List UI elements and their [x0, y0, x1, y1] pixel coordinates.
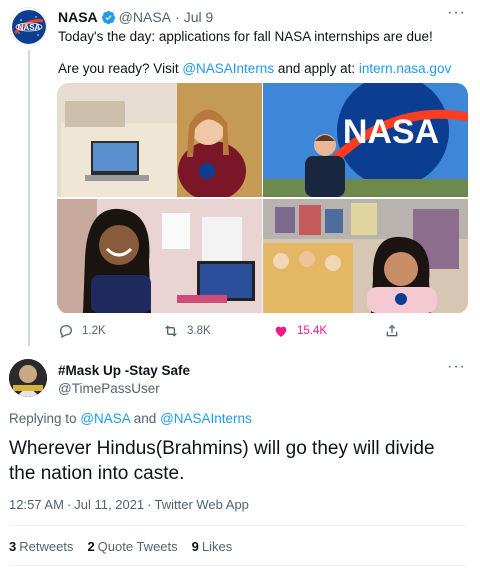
likes-stat[interactable]: 9 Likes [192, 539, 233, 554]
retweets-stat-label: Retweets [19, 539, 74, 554]
user-avatar[interactable] [9, 359, 47, 397]
retweet-count: 3.8K [187, 325, 211, 337]
nasa-sign-text: NASA [343, 113, 439, 151]
replying-mention-nasainterns[interactable]: @NASAInterns [160, 411, 252, 426]
heart-filled-icon [275, 326, 287, 337]
more-options-icon[interactable]: ··· [447, 5, 466, 21]
parent-tweet-actions: 1.2K 3.8K 15.4K [58, 320, 418, 342]
share-action[interactable] [384, 320, 400, 342]
separator-dot: · [147, 497, 152, 512]
photo-grid: NASA [57, 83, 468, 314]
avatar-label: NASA [18, 23, 41, 32]
share-icon [386, 324, 398, 337]
reply-action[interactable]: 1.2K [58, 320, 106, 342]
author-handle[interactable]: @NASA [119, 9, 171, 25]
text-mid: and apply at: [274, 61, 359, 76]
tweet-full-date[interactable]: Jul 11, 2021 [74, 497, 144, 512]
verified-badge-icon [101, 10, 115, 24]
reply-author-handle[interactable]: @TimePassUser [58, 381, 160, 396]
likes-stat-label: Likes [201, 539, 233, 554]
reply-author-name[interactable]: #Mask Up -Stay Safe [58, 363, 190, 378]
retweets-stat-count: 3 [9, 539, 17, 554]
reply-icon [59, 324, 73, 339]
quote-tweets-stat-count: 2 [87, 539, 95, 554]
thread-connector-line [28, 50, 30, 346]
like-action[interactable]: 15.4K [273, 320, 327, 342]
retweet-icon [165, 325, 177, 337]
parent-tweet-header: NASA @NASA · Jul 9 [58, 8, 466, 26]
tweet-metadata: 12:57 AM · Jul 11, 2021 · Twitter Web App [9, 497, 249, 512]
tweet-text-line1: Today's the day: applications for fall N… [58, 29, 433, 44]
divider [9, 565, 466, 566]
author-name[interactable]: NASA [58, 9, 98, 25]
like-count: 15.4K [297, 325, 328, 337]
likes-stat-count: 9 [191, 539, 199, 554]
tweet-date[interactable]: Jul 9 [184, 9, 214, 25]
separator-dot: · [175, 9, 180, 25]
retweets-stat[interactable]: 3 Retweets [9, 539, 73, 554]
divider [9, 525, 466, 526]
photo-intern-desk[interactable] [57, 83, 262, 197]
replying-to: Replying to @NASA and @NASAInterns [9, 411, 252, 426]
reply-count: 1.2K [82, 325, 106, 337]
quote-tweets-stat-label: Quote Tweets [97, 539, 178, 554]
engagement-stats: 3 Retweets 2 Quote Tweets 9 Likes [9, 539, 232, 554]
retweet-action[interactable]: 3.8K [163, 320, 211, 342]
nasa-meatball-logo: NASA [12, 10, 46, 44]
tweet-time[interactable]: 12:57 AM [9, 497, 64, 512]
separator-dot: · [66, 497, 72, 512]
photo-intern-laptop[interactable] [57, 199, 262, 313]
more-options-icon[interactable]: ··· [447, 359, 466, 375]
quote-tweets-stat[interactable]: 2 Quote Tweets [87, 539, 177, 554]
reply-tweet-text: Wherever Hindus(Brahmins) will go they w… [9, 438, 435, 484]
nasa-avatar[interactable]: NASA [9, 7, 47, 45]
mention-link[interactable]: @NASAInterns [182, 61, 274, 76]
user-avatar-image [9, 359, 47, 397]
replying-prefix: Replying to [9, 411, 81, 426]
photo-intern-collectibles[interactable] [263, 199, 468, 313]
tweet-source[interactable]: Twitter Web App [155, 497, 249, 512]
url-link[interactable]: intern.nasa.gov [359, 61, 451, 76]
replying-and: and [130, 411, 161, 426]
replying-mention-nasa[interactable]: @NASA [80, 411, 130, 426]
photo-nasa-sign[interactable]: NASA [263, 83, 468, 197]
text-prefix: Are you ready? Visit [58, 61, 183, 76]
